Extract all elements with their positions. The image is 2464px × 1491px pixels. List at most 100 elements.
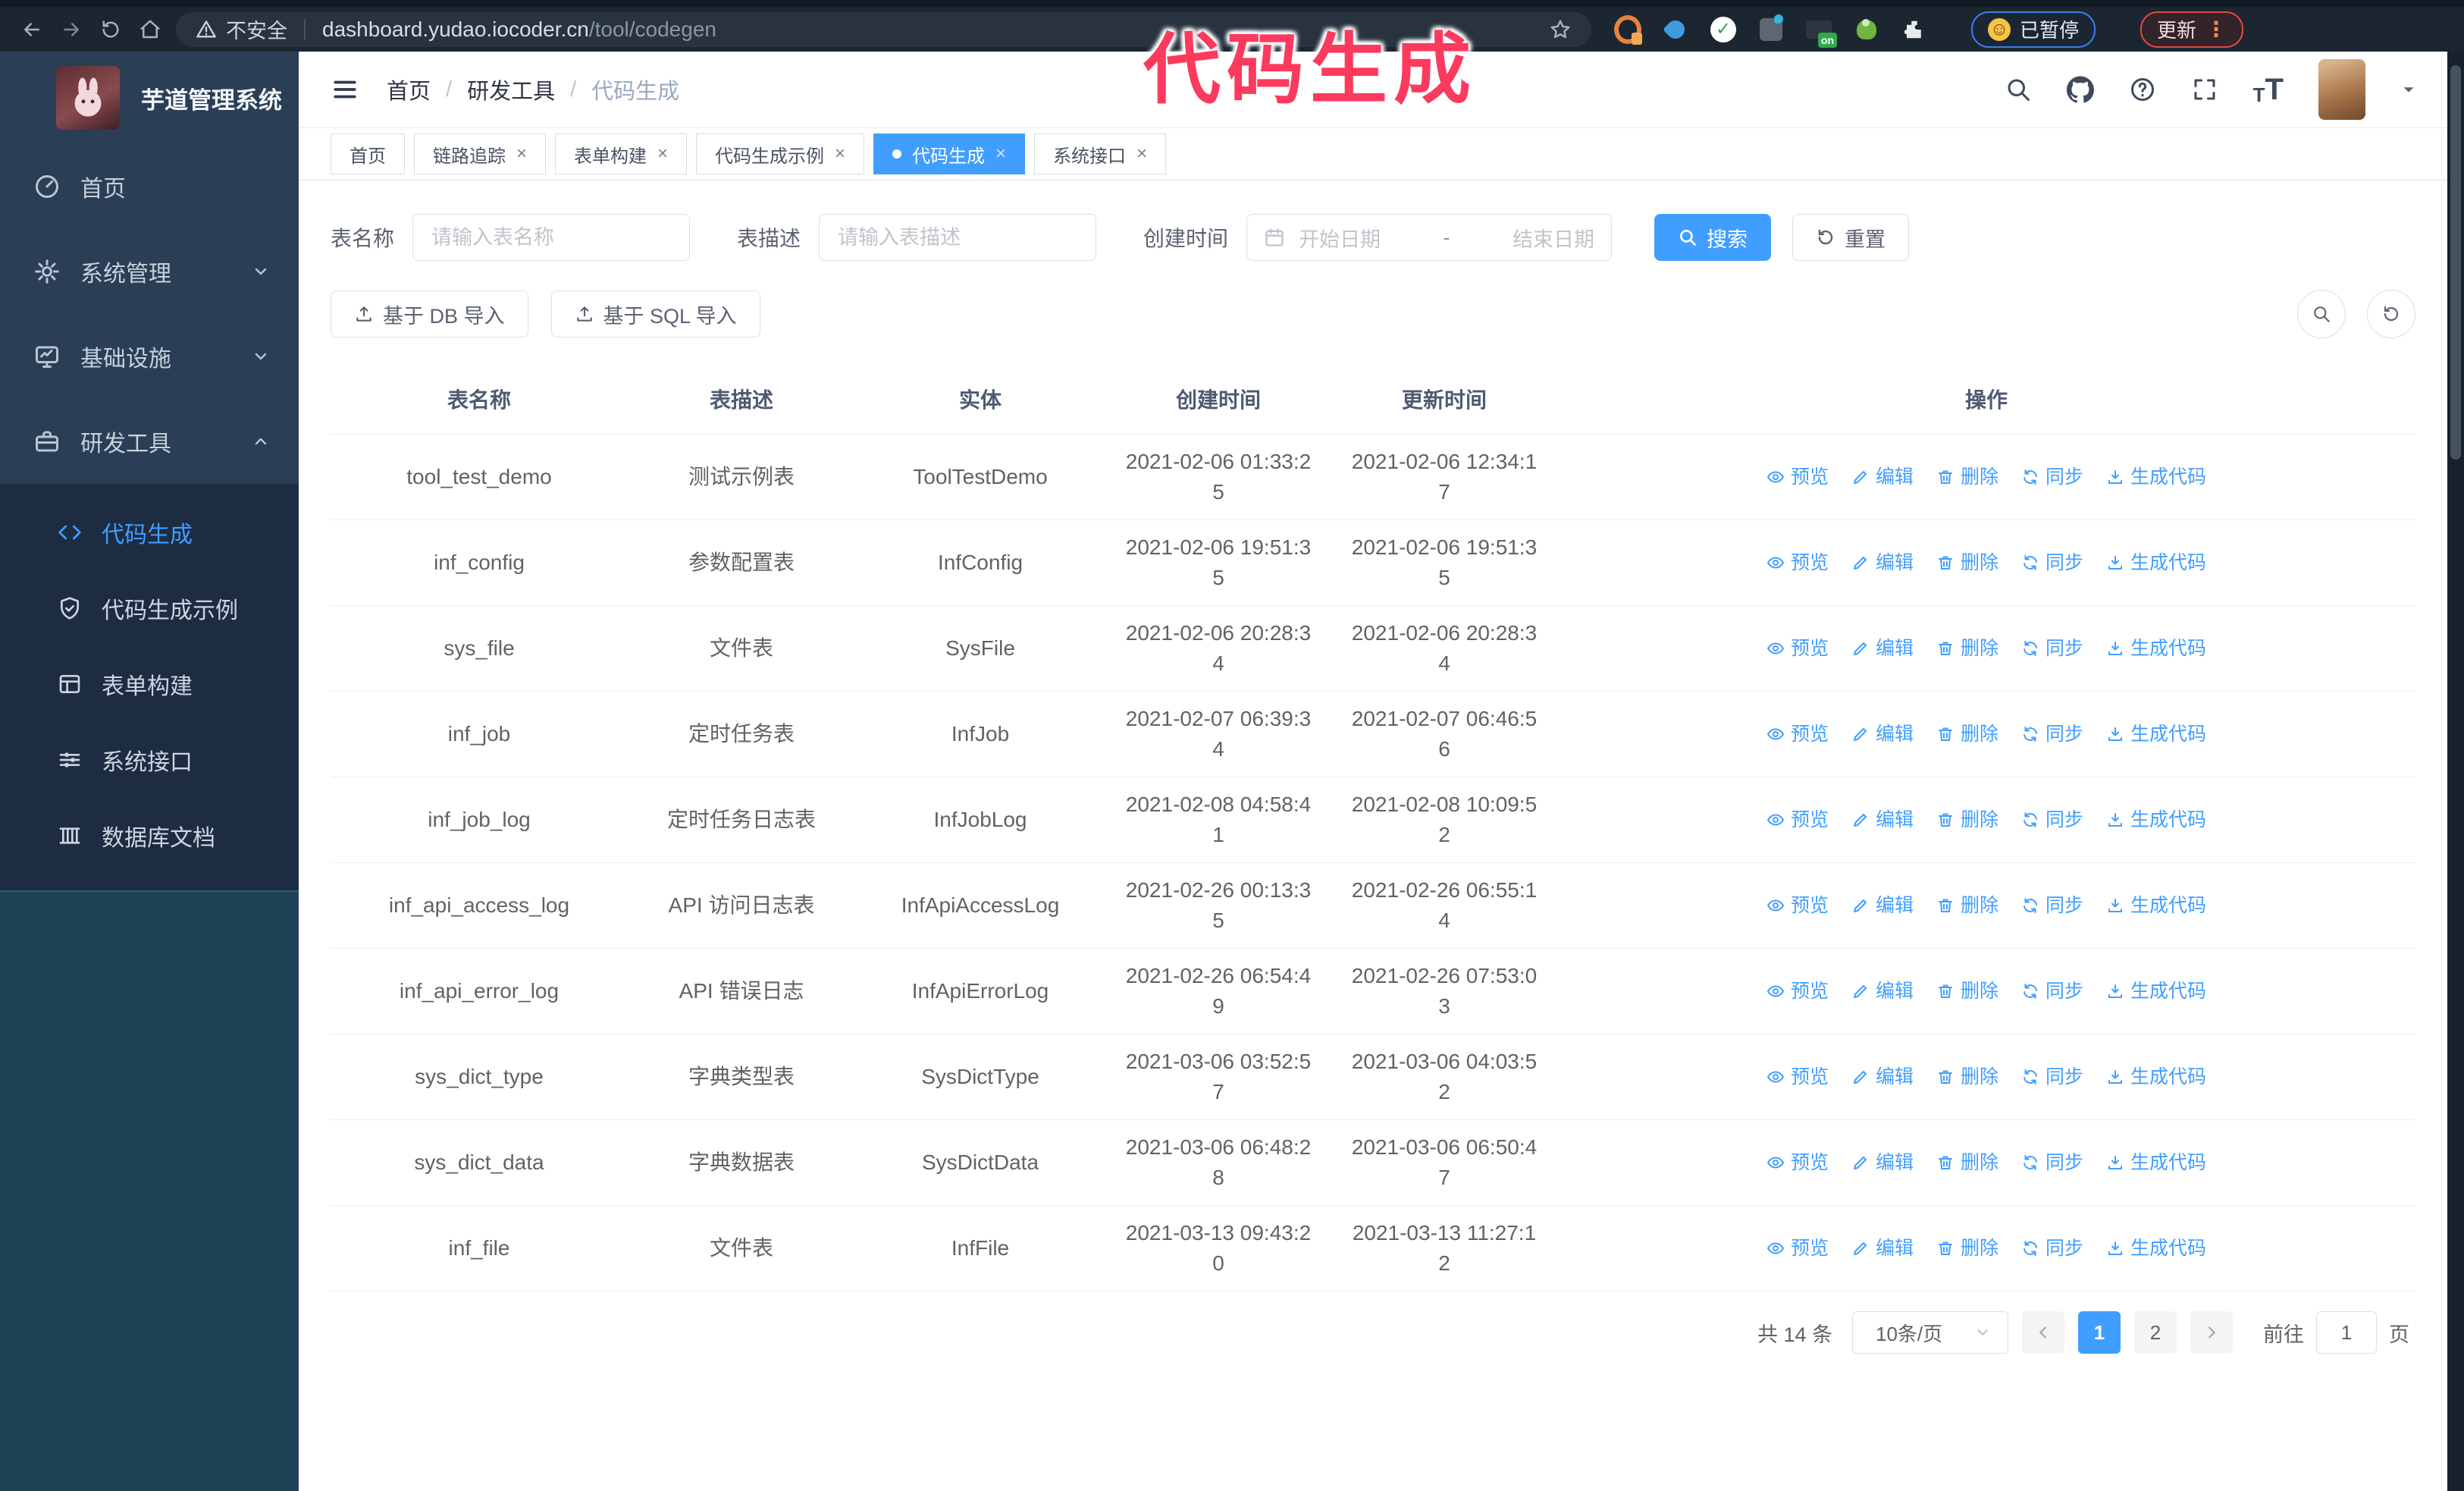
search-button[interactable]: 搜索 — [1654, 214, 1772, 261]
delete-link[interactable]: 删除 — [1936, 462, 1998, 492]
help-icon[interactable] — [2129, 76, 2156, 103]
sidebar-item-devtools[interactable]: 研发工具 — [0, 399, 299, 484]
sidebar-item-codegen[interactable]: 代码生成 — [0, 494, 299, 570]
delete-link[interactable]: 删除 — [1936, 719, 1998, 749]
close-icon[interactable]: × — [657, 143, 668, 165]
search-icon[interactable] — [2005, 76, 2032, 103]
fullscreen-icon[interactable] — [2191, 76, 2218, 103]
edit-link[interactable]: 编辑 — [1851, 462, 1914, 492]
table-name-input[interactable] — [412, 214, 691, 261]
edit-link[interactable]: 编辑 — [1851, 890, 1914, 921]
sync-link[interactable]: 同步 — [2021, 633, 2083, 664]
preview-link[interactable]: 预览 — [1766, 1062, 1829, 1092]
extension-icon-grid[interactable] — [1757, 16, 1785, 43]
generate-code-link[interactable]: 生成代码 — [2106, 805, 2206, 835]
logo[interactable]: 芋道管理系统 — [0, 52, 299, 144]
sidebar-item-codegen-example[interactable]: 代码生成示例 — [0, 570, 299, 646]
preview-link[interactable]: 预览 — [1766, 1233, 1829, 1263]
sidebar-item-system[interactable]: 系统管理 — [0, 229, 299, 314]
sidebar-item-home[interactable]: 首页 — [0, 144, 299, 229]
import-db-button[interactable]: 基于 DB 导入 — [331, 290, 528, 337]
import-sql-button[interactable]: 基于 SQL 导入 — [550, 290, 760, 337]
avatar[interactable] — [2318, 59, 2365, 120]
scrollbar-thumb[interactable] — [2450, 65, 2461, 460]
sidebar-item-system-api[interactable]: 系统接口 — [0, 722, 299, 798]
tab-tracing[interactable]: 链路追踪 × — [414, 133, 547, 174]
preview-link[interactable]: 预览 — [1766, 1147, 1829, 1178]
github-icon[interactable] — [2066, 76, 2094, 103]
sidebar-item-infra[interactable]: 基础设施 — [0, 314, 299, 399]
preview-link[interactable]: 预览 — [1766, 890, 1829, 921]
preview-link[interactable]: 预览 — [1766, 719, 1829, 749]
browser-menu-icon[interactable]: ⋮ — [2205, 17, 2227, 42]
preview-link[interactable]: 预览 — [1766, 548, 1829, 578]
edit-link[interactable]: 编辑 — [1851, 1147, 1914, 1178]
next-page-button[interactable] — [2190, 1311, 2233, 1354]
prev-page-button[interactable] — [2022, 1311, 2064, 1354]
sidebar-collapse-button[interactable] — [331, 75, 359, 104]
edit-link[interactable]: 编辑 — [1851, 1062, 1914, 1092]
page-button-2[interactable]: 2 — [2134, 1311, 2177, 1354]
generate-code-link[interactable]: 生成代码 — [2106, 633, 2206, 664]
paused-badge[interactable]: ☺ 已暂停 — [1971, 11, 2096, 48]
sync-link[interactable]: 同步 — [2021, 976, 2083, 1006]
sync-link[interactable]: 同步 — [2021, 805, 2083, 835]
refresh-table-button[interactable] — [2367, 290, 2415, 338]
security-chip[interactable]: 不安全 — [196, 14, 287, 44]
extension-icon-green-check[interactable]: ✓ — [1710, 16, 1737, 43]
page-button-1[interactable]: 1 — [2078, 1311, 2121, 1354]
sync-link[interactable]: 同步 — [2021, 462, 2083, 492]
generate-code-link[interactable]: 生成代码 — [2106, 462, 2206, 492]
breadcrumb-devtools[interactable]: 研发工具 — [467, 74, 555, 105]
generate-code-link[interactable]: 生成代码 — [2106, 890, 2206, 921]
bookmark-star-icon[interactable] — [1549, 18, 1572, 41]
edit-link[interactable]: 编辑 — [1851, 1233, 1914, 1263]
browser-back-button[interactable] — [12, 13, 52, 46]
generate-code-link[interactable]: 生成代码 — [2106, 1062, 2206, 1092]
sync-link[interactable]: 同步 — [2021, 1147, 2083, 1178]
goto-page-input[interactable] — [2316, 1311, 2377, 1354]
preview-link[interactable]: 预览 — [1766, 976, 1829, 1006]
font-size-icon[interactable]: TT — [2253, 73, 2284, 107]
tab-codegen[interactable]: 代码生成 × — [873, 133, 1026, 174]
preview-link[interactable]: 预览 — [1766, 633, 1829, 664]
close-icon[interactable]: × — [516, 143, 527, 165]
generate-code-link[interactable]: 生成代码 — [2106, 1147, 2206, 1178]
date-range-picker[interactable]: 开始日期 - 结束日期 — [1246, 214, 1613, 261]
tab-form-builder[interactable]: 表单构建 × — [555, 133, 688, 174]
browser-home-button[interactable] — [130, 13, 170, 46]
tab-codegen-example[interactable]: 代码生成示例 × — [696, 133, 865, 174]
tab-system-api[interactable]: 系统接口 × — [1034, 133, 1167, 174]
page-scrollbar[interactable] — [2447, 52, 2464, 1491]
close-icon[interactable]: × — [1136, 143, 1147, 165]
delete-link[interactable]: 删除 — [1936, 976, 1998, 1006]
update-badge[interactable]: 更新 ⋮ — [2140, 11, 2244, 48]
breadcrumb-home[interactable]: 首页 — [387, 74, 431, 105]
generate-code-link[interactable]: 生成代码 — [2106, 976, 2206, 1006]
generate-code-link[interactable]: 生成代码 — [2106, 548, 2206, 578]
extension-icon-blue-drop[interactable] — [1662, 16, 1689, 43]
generate-code-link[interactable]: 生成代码 — [2106, 719, 2206, 749]
delete-link[interactable]: 删除 — [1936, 890, 1998, 921]
preview-link[interactable]: 预览 — [1766, 805, 1829, 835]
sync-link[interactable]: 同步 — [2021, 890, 2083, 921]
delete-link[interactable]: 删除 — [1936, 548, 1998, 578]
edit-link[interactable]: 编辑 — [1851, 976, 1914, 1006]
sync-link[interactable]: 同步 — [2021, 1062, 2083, 1092]
tab-home[interactable]: 首页 — [331, 133, 405, 174]
browser-reload-button[interactable] — [91, 13, 130, 46]
delete-link[interactable]: 删除 — [1936, 1062, 1998, 1092]
extensions-puzzle-icon[interactable] — [1901, 16, 1928, 43]
sync-link[interactable]: 同步 — [2021, 548, 2083, 578]
extension-icon-screen-on[interactable]: on — [1805, 16, 1837, 48]
sidebar-item-form-builder[interactable]: 表单构建 — [0, 646, 299, 722]
edit-link[interactable]: 编辑 — [1851, 548, 1914, 578]
preview-link[interactable]: 预览 — [1766, 462, 1829, 492]
edit-link[interactable]: 编辑 — [1851, 805, 1914, 835]
delete-link[interactable]: 删除 — [1936, 1233, 1998, 1263]
extension-icon-green-figure[interactable] — [1853, 16, 1880, 43]
delete-link[interactable]: 删除 — [1936, 1147, 1998, 1178]
edit-link[interactable]: 编辑 — [1851, 633, 1914, 664]
edit-link[interactable]: 编辑 — [1851, 719, 1914, 749]
extension-icon-orange[interactable] — [1614, 14, 1641, 44]
